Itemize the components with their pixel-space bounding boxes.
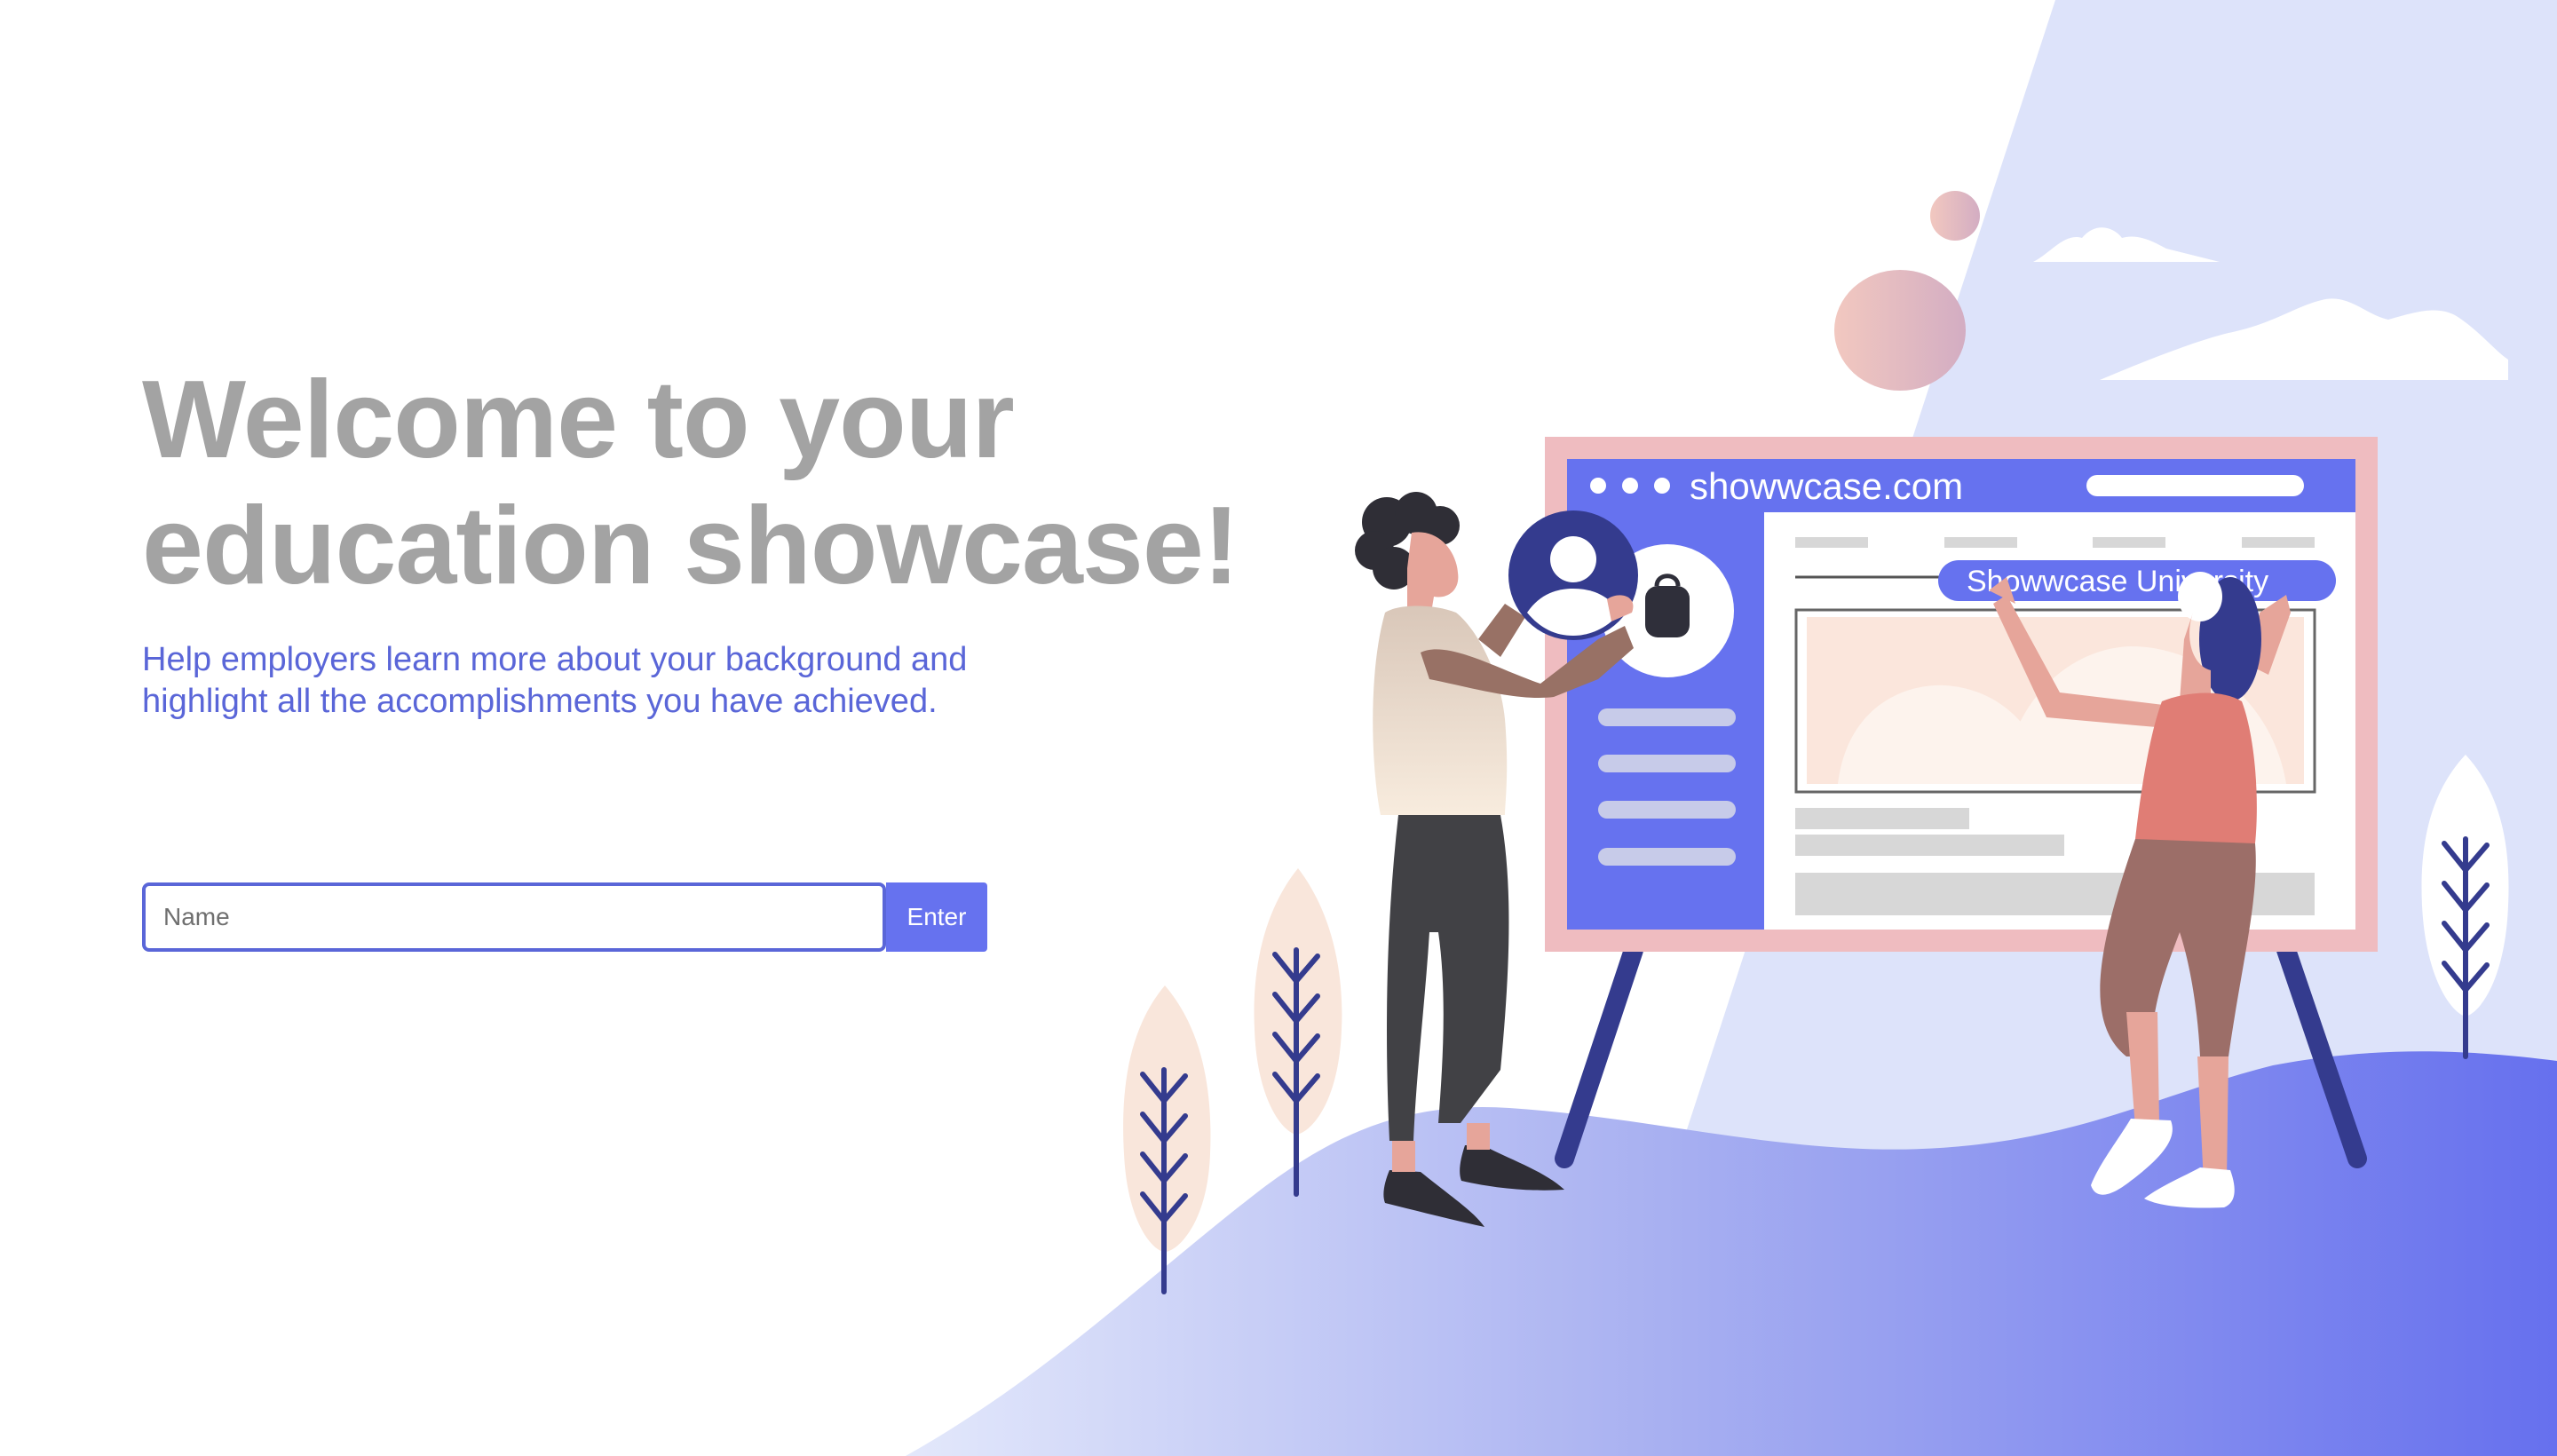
text-line <box>1795 835 2064 856</box>
large-planet <box>1834 270 1966 391</box>
browser-url-text: showwcase.com <box>1690 465 1963 507</box>
profile-icon <box>1508 510 1638 640</box>
window-dot-icon <box>1590 478 1606 494</box>
nav-line <box>2093 537 2165 548</box>
nav-line <box>1795 537 1868 548</box>
browser-search-pill <box>2086 475 2304 496</box>
page-title-line: education showcase! <box>142 485 1239 607</box>
sidebar-line <box>1598 708 1736 726</box>
hero-illustration: showwcase.com Showwcase University <box>906 0 2557 1456</box>
window-dot-icon <box>1622 478 1638 494</box>
nav-line <box>2242 537 2315 548</box>
name-input[interactable] <box>142 882 886 952</box>
sidebar-line <box>1598 755 1736 772</box>
tree-leaf-1 <box>1123 985 1211 1252</box>
text-line <box>1795 808 1969 829</box>
sidebar-line <box>1598 848 1736 866</box>
window-dot-icon <box>1654 478 1670 494</box>
enter-button[interactable]: Enter <box>886 882 987 952</box>
small-planet <box>1930 191 1980 241</box>
sidebar-line <box>1598 801 1736 819</box>
page-subtitle-line: Help employers learn more about your bac… <box>142 641 968 678</box>
page-title: Welcome to your education showcase! <box>142 357 1239 609</box>
name-form: Enter <box>142 882 987 952</box>
page-title-line: Welcome to your <box>142 359 1015 481</box>
page-subtitle-line: highlight all the accomplishments you ha… <box>142 683 938 720</box>
page-subtitle: Help employers learn more about your bac… <box>142 639 1030 723</box>
nav-line <box>1944 537 2017 548</box>
